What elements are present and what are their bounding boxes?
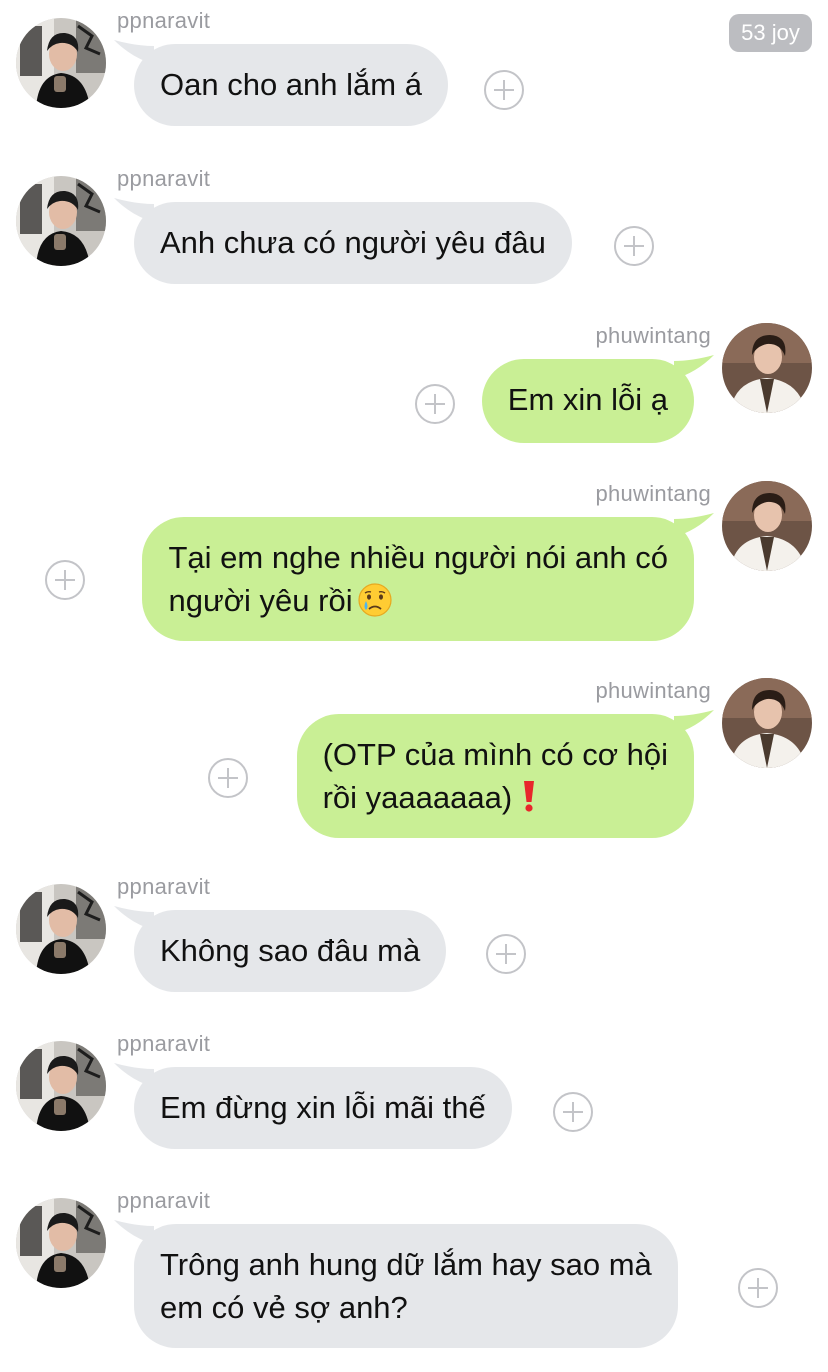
plus-circle-icon[interactable]: [45, 560, 85, 600]
message-bubble[interactable]: (OTP của mình có cơ hội rồi yaaaaaaa): [296, 714, 694, 838]
message-bubble[interactable]: Anh chưa có người yêu đâu: [134, 202, 572, 284]
plus-circle-icon[interactable]: [553, 1092, 593, 1132]
message-bubble[interactable]: Trông anh hung dữ lắm hay sao mà em có v…: [134, 1224, 678, 1348]
sender-name: ppnaravit: [117, 1031, 211, 1056]
message-bubble[interactable]: Em đừng xin lỗi mãi thế: [134, 1067, 512, 1149]
avatar[interactable]: [16, 176, 106, 266]
avatar[interactable]: [16, 1198, 106, 1288]
sender-name: phuwintang: [595, 323, 711, 348]
message-text-line: (OTP của mình có cơ hội: [322, 737, 668, 772]
message-row: ppnaravit Trông anh hung dữ lắm hay sao …: [0, 1188, 828, 1353]
message-text: Em đừng xin lỗi mãi thế: [160, 1090, 486, 1125]
plus-circle-icon[interactable]: [738, 1268, 778, 1308]
chat-view: 53 joy ppnaravit Oan cho anh lắm á ppnar…: [0, 0, 828, 1372]
message-text-line: em có vẻ sợ anh?: [160, 1290, 408, 1325]
message-text: Không sao đâu mà: [160, 933, 421, 968]
message-text: rồi yaaaaaaa): [322, 780, 513, 815]
sender-name: ppnaravit: [117, 874, 211, 899]
sender-name: ppnaravit: [117, 166, 211, 191]
avatar[interactable]: [722, 323, 812, 413]
plus-circle-icon[interactable]: [614, 226, 654, 266]
plus-circle-icon[interactable]: [486, 934, 526, 974]
avatar[interactable]: [16, 18, 106, 108]
sender-name: phuwintang: [595, 481, 711, 506]
message-text-line: người yêu rồi: [168, 579, 668, 622]
message-bubble[interactable]: Không sao đâu mà: [134, 910, 447, 992]
crying-face-icon: [357, 583, 392, 617]
message-row: ppnaravit Anh chưa có người yêu đâu: [0, 166, 828, 296]
plus-circle-icon[interactable]: [208, 758, 248, 798]
message-row: phuwintang Tại em nghe nhiều người nói a…: [0, 481, 828, 646]
message-bubble[interactable]: Tại em nghe nhiều người nói anh có người…: [142, 517, 694, 641]
message-row: ppnaravit Oan cho anh lắm á: [0, 8, 828, 138]
message-row: phuwintang Em xin lỗi ạ: [0, 323, 828, 453]
avatar[interactable]: [16, 1041, 106, 1131]
avatar[interactable]: [722, 481, 812, 571]
sender-name: ppnaravit: [117, 1188, 211, 1213]
plus-circle-icon[interactable]: [484, 70, 524, 110]
message-bubble[interactable]: Em xin lỗi ạ: [481, 359, 694, 443]
message-bubble[interactable]: Oan cho anh lắm á: [134, 44, 448, 126]
red-exclamation-icon: [524, 781, 535, 812]
message-text-line: Tại em nghe nhiều người nói anh có: [168, 540, 668, 575]
message-text: Anh chưa có người yêu đâu: [160, 225, 546, 260]
message-row: phuwintang (OTP của mình có cơ hội rồi y…: [0, 678, 828, 843]
message-row: ppnaravit Không sao đâu mà: [0, 874, 828, 1004]
message-text-line: Trông anh hung dữ lắm hay sao mà: [160, 1247, 652, 1282]
avatar[interactable]: [16, 884, 106, 974]
message-text: Oan cho anh lắm á: [160, 67, 422, 102]
sender-name: ppnaravit: [117, 8, 211, 33]
message-row: ppnaravit Em đừng xin lỗi mãi thế: [0, 1031, 828, 1161]
message-text-line: rồi yaaaaaaa): [323, 776, 668, 819]
plus-circle-icon[interactable]: [415, 384, 455, 424]
avatar[interactable]: [722, 678, 812, 768]
message-text: người yêu rồi: [168, 583, 353, 618]
message-text: Em xin lỗi ạ: [507, 382, 668, 417]
sender-name: phuwintang: [595, 678, 711, 703]
